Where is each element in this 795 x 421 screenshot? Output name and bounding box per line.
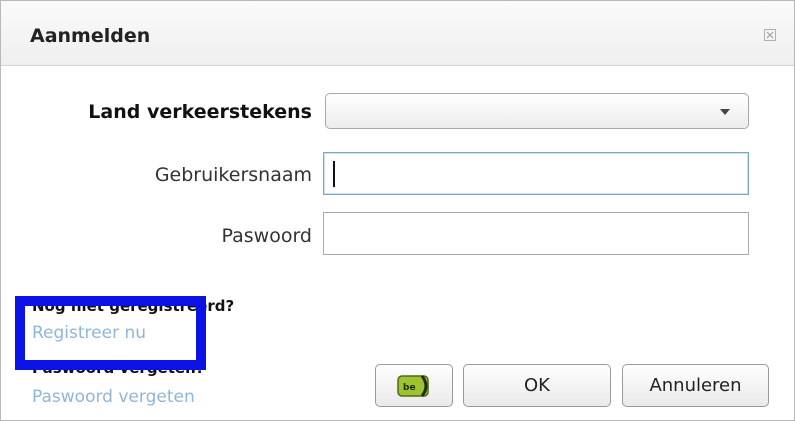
register-link[interactable]: Registreer nu	[32, 323, 146, 343]
login-dialog: Aanmelden Land verkeerstekens Gebruikers…	[0, 0, 795, 421]
country-select[interactable]	[325, 93, 749, 129]
not-registered-text: Nog niet geregistreerd?	[32, 297, 235, 315]
close-icon[interactable]	[764, 29, 776, 41]
username-label: Gebruikersnaam	[154, 164, 312, 186]
beid-text: be	[403, 383, 416, 393]
text-cursor	[333, 161, 335, 187]
eid-login-button[interactable]: be	[375, 364, 453, 407]
chevron-down-icon	[720, 109, 730, 115]
dialog-title: Aanmelden	[30, 25, 151, 47]
forgot-password-text: Paswoord vergeten?	[32, 359, 205, 377]
country-label: Land verkeerstekens	[88, 101, 312, 123]
password-input[interactable]	[323, 212, 749, 255]
username-input[interactable]	[323, 152, 749, 195]
ok-button[interactable]: OK	[463, 364, 611, 407]
dialog-titlebar: Aanmelden	[1, 1, 794, 66]
forgot-password-link[interactable]: Paswoord vergeten	[32, 387, 195, 407]
belgian-eid-card-icon: be	[397, 374, 429, 397]
password-label: Paswoord	[221, 225, 312, 247]
cancel-button[interactable]: Annuleren	[622, 364, 769, 407]
